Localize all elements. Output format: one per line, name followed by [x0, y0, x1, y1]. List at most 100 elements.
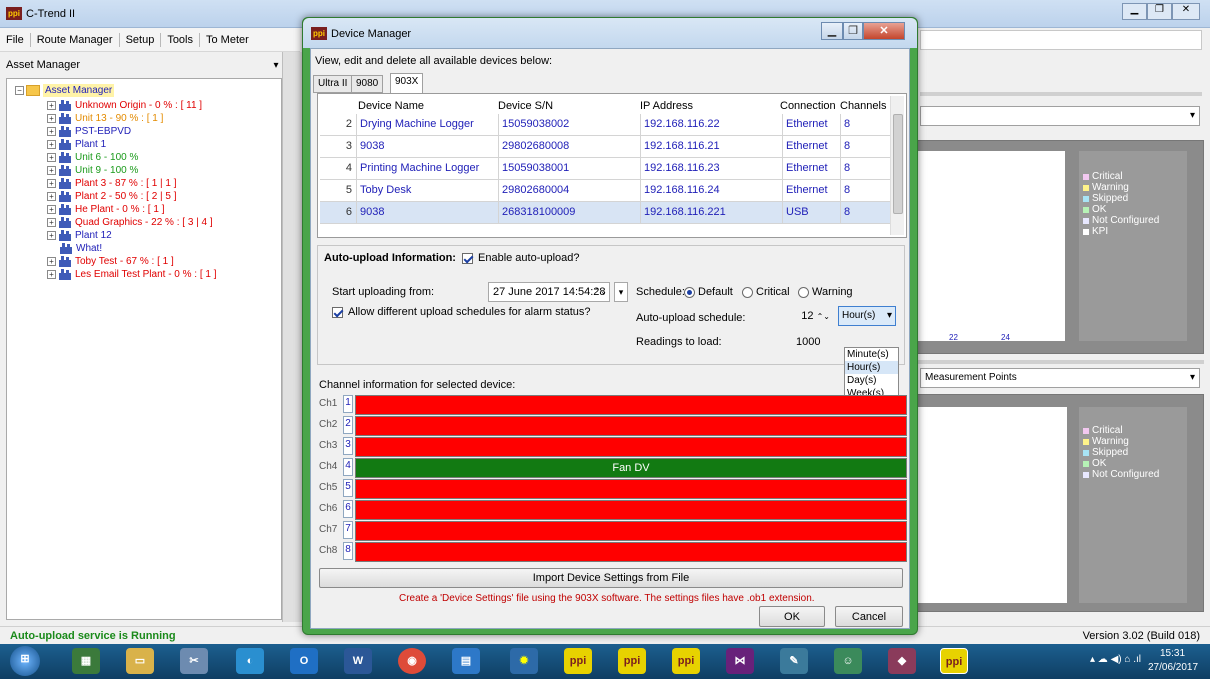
enable-auto-upload-checkbox[interactable] [462, 252, 473, 264]
dropdown-option[interactable]: Minute(s) [845, 348, 898, 361]
measurement-points-combo[interactable]: Measurement Points ▾ [920, 368, 1200, 388]
spinner-icon[interactable]: ⌃⌄ [817, 312, 830, 321]
tree-node[interactable]: + Les Email Test Plant - 0 % : [ 1 ] [47, 268, 217, 281]
channel-row[interactable]: Ch4 4 Fan DV [317, 458, 907, 478]
menu-to-meter[interactable]: To Meter [200, 33, 255, 47]
start-datetime-field[interactable]: 27 June 2017 14:54:28 ⌃⌄ [488, 282, 610, 302]
expand-icon[interactable]: + [47, 140, 56, 149]
channel-bar[interactable] [355, 437, 907, 457]
channel-row[interactable]: Ch1 1 [317, 395, 907, 415]
schedule-default-radio[interactable] [684, 286, 695, 298]
column-header[interactable]: Connection [780, 100, 836, 112]
android-icon[interactable]: ☺ [834, 648, 862, 674]
channel-row[interactable]: Ch7 7 [317, 521, 907, 541]
maximize-button[interactable]: ❐ [1147, 3, 1172, 20]
tree-node[interactable]: + PST-EBPVD [47, 125, 131, 138]
expand-icon[interactable]: + [47, 166, 56, 175]
taskbar-app-icon[interactable]: ▦ [72, 648, 100, 674]
ppi-app-icon[interactable]: ppi [618, 648, 646, 674]
tree-node[interactable]: + Quad Graphics - 22 % : [ 3 | 4 ] [47, 216, 213, 229]
expand-icon[interactable]: + [47, 270, 56, 279]
channel-bar[interactable] [355, 395, 907, 415]
table-row[interactable]: 5 Toby Desk 29802680004 192.168.116.24 E… [320, 180, 898, 202]
taskbar-app-icon[interactable]: ▤ [452, 648, 480, 674]
import-settings-button[interactable]: Import Device Settings from File [319, 568, 903, 588]
outlook-icon[interactable]: O [290, 648, 318, 674]
sun-icon[interactable]: ✹ [510, 648, 538, 674]
spinner-icon[interactable]: ⌃⌄ [594, 283, 607, 301]
system-tray-icons[interactable]: ▴ ☁ ◀) ⌂ .ıl [1090, 654, 1141, 665]
minimize-button[interactable]: ▁ [1122, 3, 1147, 20]
word-icon[interactable]: W [344, 648, 372, 674]
schedule-interval-spinner[interactable]: 12 ⌃⌄ [788, 306, 834, 326]
clock-time[interactable]: 15:31 [1160, 648, 1185, 659]
channel-row[interactable]: Ch6 6 [317, 500, 907, 520]
expand-icon[interactable]: + [47, 114, 56, 123]
dialog-close-button[interactable]: ✕ [863, 22, 905, 40]
tab-ultra-ii[interactable]: Ultra II [313, 75, 353, 93]
tree-node[interactable]: + Plant 3 - 87 % : [ 1 | 1 ] [47, 177, 177, 190]
tree-node[interactable]: + He Plant - 0 % : [ 1 ] [47, 203, 164, 216]
column-header[interactable]: IP Address [640, 100, 693, 112]
channel-bar[interactable] [355, 500, 907, 520]
expand-icon[interactable]: + [47, 179, 56, 188]
table-row[interactable]: 4 Printing Machine Logger 15059038001 19… [320, 158, 898, 180]
expand-icon[interactable]: + [47, 101, 56, 110]
close-button[interactable]: ✕ [1172, 3, 1200, 20]
tree-node[interactable]: + Unknown Origin - 0 % : [ 11 ] [47, 99, 202, 112]
tree-node[interactable]: + Unit 13 - 90 % : [ 1 ] [47, 112, 163, 125]
ok-button[interactable]: OK [759, 606, 825, 627]
readings-value[interactable]: 1000 [796, 336, 820, 348]
tree-node[interactable]: + Plant 12 [47, 229, 112, 242]
channel-bar[interactable] [355, 479, 907, 499]
expand-icon[interactable]: + [47, 205, 56, 214]
schedule-warning-radio[interactable] [798, 286, 809, 298]
channel-row[interactable]: Ch2 2 [317, 416, 907, 436]
expand-icon[interactable]: + [47, 257, 56, 266]
chrome-icon[interactable]: ◉ [398, 648, 426, 674]
column-header[interactable]: Channels [840, 100, 886, 112]
tree-node[interactable]: What! [59, 242, 102, 255]
column-header[interactable]: Device S/N [498, 100, 553, 112]
channel-bar[interactable]: Fan DV [355, 458, 907, 478]
schedule-unit-select[interactable]: Hour(s) ▾ [838, 306, 896, 326]
paint-icon[interactable]: ✎ [780, 648, 808, 674]
tree-node[interactable]: + Plant 1 [47, 138, 106, 151]
ppi-app-icon-active[interactable]: ppi [940, 648, 968, 674]
table-row[interactable]: 2 Drying Machine Logger 15059038002 192.… [320, 114, 898, 136]
channel-bar[interactable] [355, 542, 907, 562]
allow-different-schedules-checkbox[interactable] [332, 306, 343, 318]
table-row[interactable]: 3 9038 29802680008 192.168.116.21 Ethern… [320, 136, 898, 158]
expand-icon[interactable]: + [47, 127, 56, 136]
scrollbar-thumb[interactable] [893, 114, 903, 214]
expand-icon[interactable]: + [47, 192, 56, 201]
expand-icon[interactable]: + [47, 218, 56, 227]
clock-date[interactable]: 27/06/2017 [1148, 662, 1198, 673]
expand-icon[interactable]: + [47, 153, 56, 162]
calendar-dropdown-button[interactable]: ▾ [614, 282, 628, 302]
chart-combo-top[interactable]: ▾ [920, 106, 1200, 126]
column-header[interactable]: Device Name [358, 100, 424, 112]
tools-icon[interactable]: ✂ [180, 648, 208, 674]
channel-row[interactable]: Ch3 3 [317, 437, 907, 457]
expand-icon[interactable]: + [47, 231, 56, 240]
tree-root[interactable]: − Asset Manager [15, 84, 115, 97]
channel-row[interactable]: Ch5 5 [317, 479, 907, 499]
tree-node[interactable]: + Unit 9 - 100 % [47, 164, 138, 177]
menu-tools[interactable]: Tools [161, 32, 200, 47]
visual-studio-icon[interactable]: ⋈ [726, 648, 754, 674]
channel-bar[interactable] [355, 521, 907, 541]
schedule-critical-radio[interactable] [742, 286, 753, 298]
file-explorer-icon[interactable]: ▭ [126, 648, 154, 674]
ppi-app-icon[interactable]: ppi [672, 648, 700, 674]
tree-node[interactable]: + Unit 6 - 100 % [47, 151, 138, 164]
dialog-minimize-button[interactable]: ▁ [821, 22, 843, 40]
menu-file[interactable]: File [0, 32, 31, 47]
collapse-icon[interactable]: − [15, 86, 24, 95]
start-button[interactable]: ⊞ [10, 646, 40, 676]
channel-bar[interactable] [355, 416, 907, 436]
grid-scrollbar[interactable] [890, 96, 904, 235]
tree-node[interactable]: + Plant 2 - 50 % : [ 2 | 5 ] [47, 190, 177, 203]
browser-icon[interactable]: ◐ [236, 648, 264, 674]
menu-route-manager[interactable]: Route Manager [31, 32, 120, 47]
